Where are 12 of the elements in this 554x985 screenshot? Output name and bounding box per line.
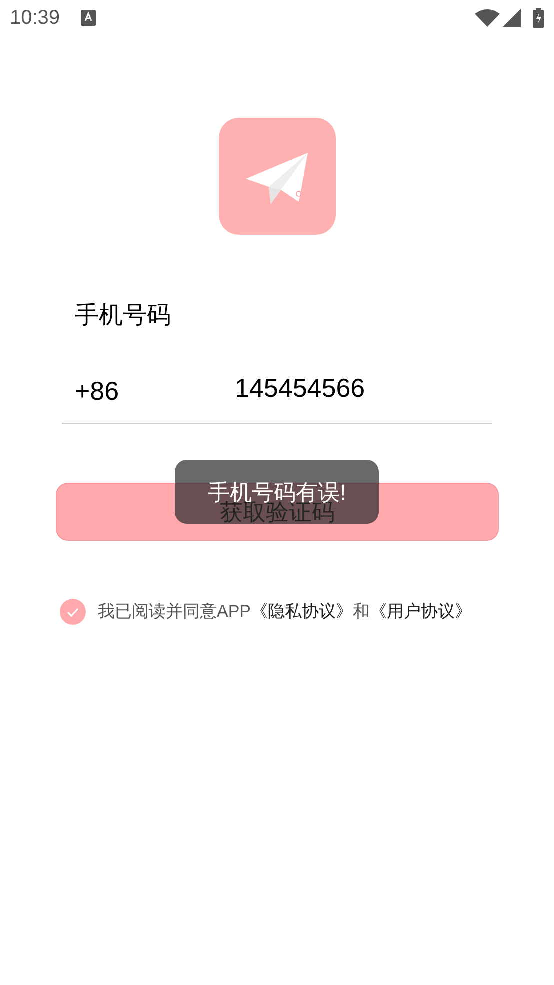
notification-icon [81, 10, 96, 26]
privacy-link[interactable]: 《隐私协议》 [251, 602, 354, 622]
battery-icon [533, 8, 544, 28]
country-code[interactable]: +86 [75, 372, 235, 411]
wifi-icon [475, 9, 500, 27]
signal-icon [503, 9, 521, 27]
checkbox[interactable] [60, 599, 86, 625]
agreement-text: 我已阅读并同意APP《隐私协议》和《用户协议》 [98, 601, 472, 624]
user-agreement-link[interactable]: 《用户协议》 [370, 602, 472, 622]
phone-input[interactable]: 145454566 [235, 372, 485, 404]
phone-label: 手机号码 [75, 302, 171, 329]
status-time: 10:39 [10, 6, 60, 31]
